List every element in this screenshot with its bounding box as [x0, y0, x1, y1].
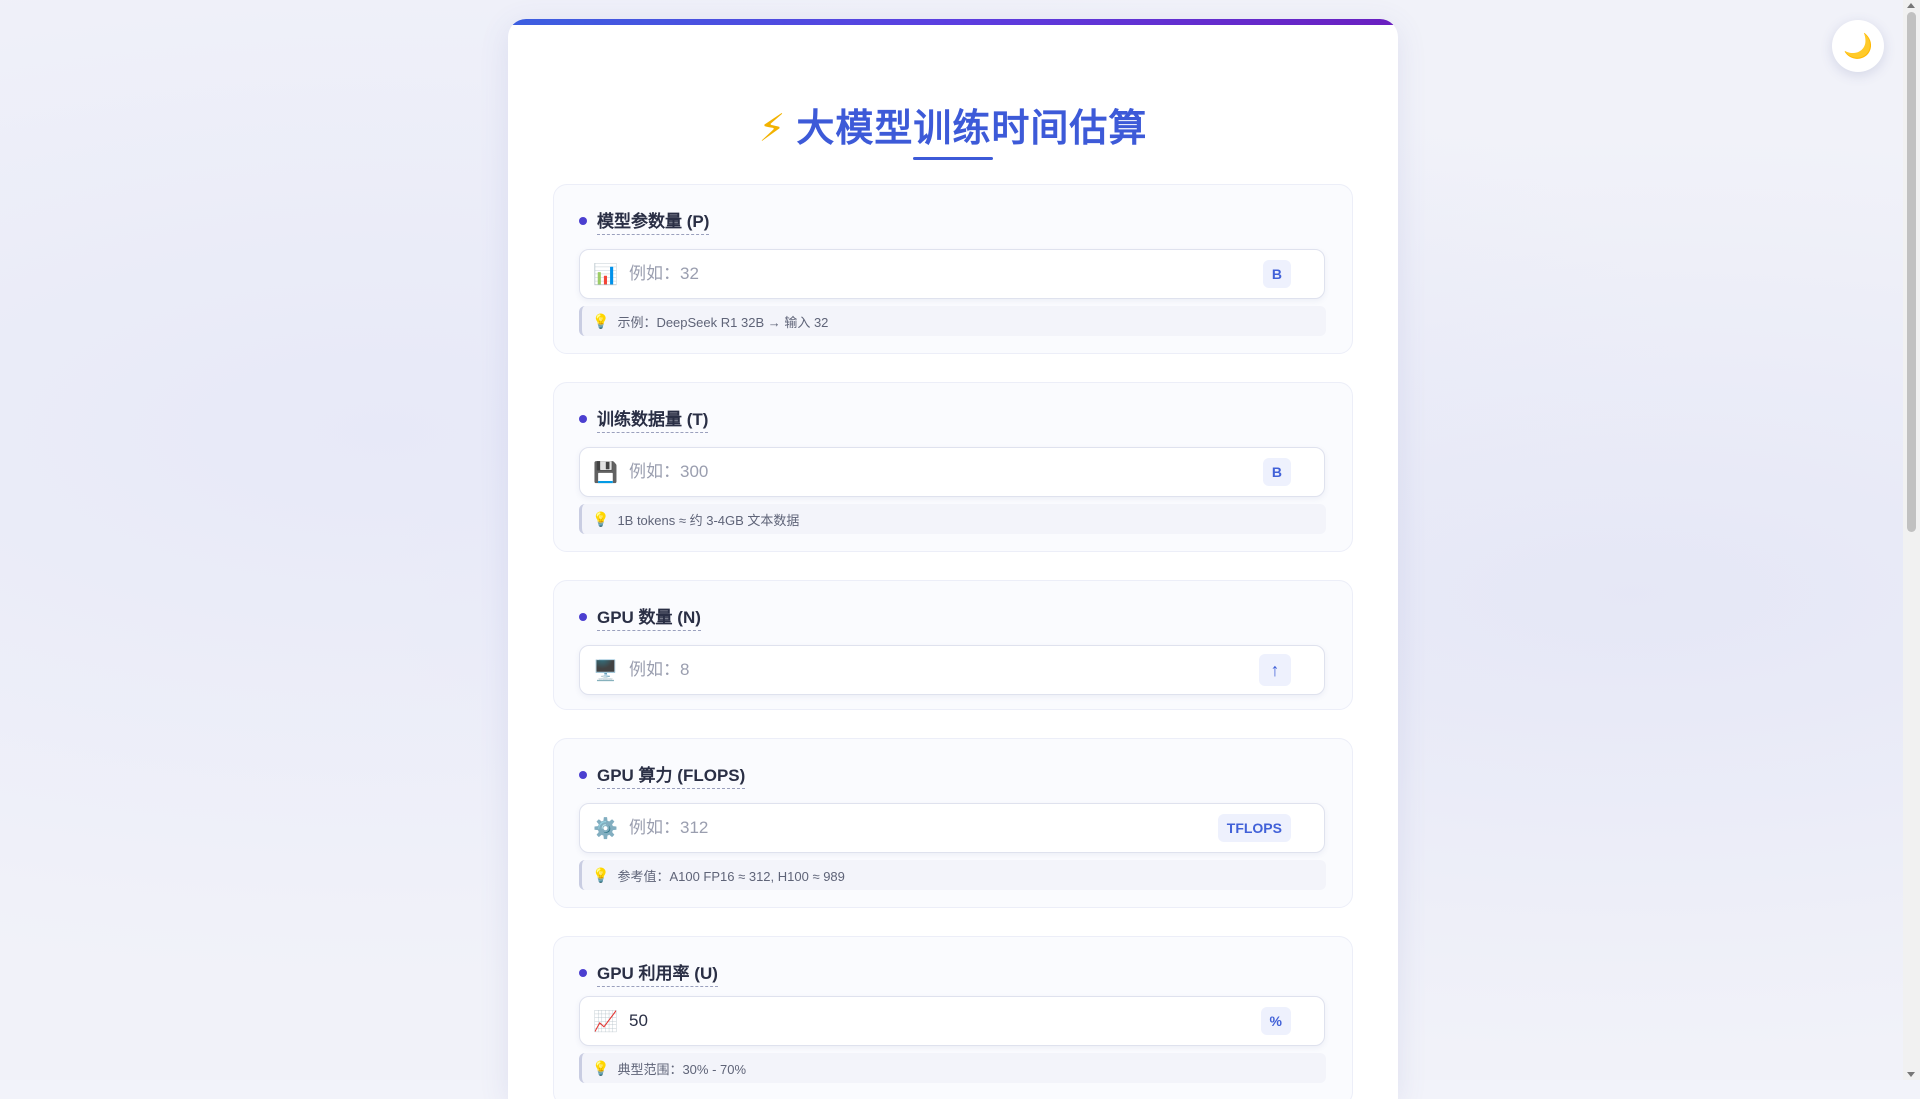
- gpu-utilization-input[interactable]: [627, 1010, 1261, 1032]
- moon-icon: 🌙: [1843, 32, 1873, 61]
- gpu-count-input-box: 🖥️ ↑: [579, 645, 1325, 695]
- model-params-hint: 💡 示例：DeepSeek R1 32B → 输入 32: [579, 306, 1326, 336]
- bullet-dot: [579, 217, 587, 225]
- gpu-utilization-hint-text: 典型范围：30% - 70%: [617, 1059, 746, 1078]
- gpu-count-input[interactable]: [627, 659, 1259, 681]
- gpu-flops-section: GPU 算力 (FLOPS) ⚙️ TFLOPS 💡 参考值：A100 FP16…: [553, 738, 1353, 908]
- gpu-utilization-label[interactable]: GPU 利用率 (U): [597, 959, 718, 987]
- training-data-hint: 💡 1B tokens ≈ 约 3-4GB 文本数据: [579, 504, 1326, 534]
- gpu-utilization-unit-badge: %: [1261, 1007, 1291, 1035]
- gpu-utilization-section: GPU 利用率 (U) 📈 % 💡 典型范围：30% - 70%: [553, 936, 1353, 1099]
- gpu-utilization-label-row: GPU 利用率 (U): [579, 959, 718, 987]
- model-params-input-box: 📊 B: [579, 249, 1325, 299]
- gear-icon: ⚙️: [593, 816, 617, 841]
- calculator-card: ⚡大模型训练时间估算 模型参数量 (P) 📊 B 💡 示例：DeepSeek R…: [508, 19, 1398, 1099]
- gpu-flops-label[interactable]: GPU 算力 (FLOPS): [597, 761, 745, 789]
- floppy-disk-icon: 💾: [593, 460, 617, 485]
- title-underline: [913, 157, 993, 160]
- gpu-utilization-input-box: 📈 %: [579, 996, 1325, 1046]
- scroll-down-arrow-icon[interactable]: [1907, 1072, 1915, 1077]
- model-params-label[interactable]: 模型参数量 (P): [597, 207, 709, 235]
- model-params-input[interactable]: [627, 263, 1263, 285]
- scroll-up-arrow-icon[interactable]: [1907, 3, 1915, 8]
- gpu-count-section: GPU 数量 (N) 🖥️ ↑: [553, 580, 1353, 710]
- gpu-utilization-hint: 💡 典型范围：30% - 70%: [579, 1053, 1326, 1083]
- model-params-unit-badge: B: [1263, 260, 1291, 288]
- gpu-flops-input[interactable]: [627, 817, 1218, 839]
- lightbulb-icon: 💡: [592, 867, 609, 884]
- training-data-label-row: 训练数据量 (T): [579, 405, 708, 433]
- bar-chart-icon: 📊: [593, 262, 617, 287]
- training-data-input[interactable]: [627, 461, 1263, 483]
- gpu-flops-unit-badge: TFLOPS: [1218, 814, 1291, 842]
- training-data-input-box: 💾 B: [579, 447, 1325, 497]
- desktop-computer-icon: 🖥️: [593, 658, 617, 683]
- gpu-count-label[interactable]: GPU 数量 (N): [597, 603, 701, 631]
- model-params-hint-text: 示例：DeepSeek R1 32B → 输入 32: [617, 312, 828, 331]
- model-params-label-row: 模型参数量 (P): [579, 207, 709, 235]
- gpu-flops-input-box: ⚙️ TFLOPS: [579, 803, 1325, 853]
- gpu-flops-hint: 💡 参考值：A100 FP16 ≈ 312, H100 ≈ 989: [579, 860, 1326, 890]
- dark-mode-toggle[interactable]: 🌙: [1832, 20, 1884, 72]
- training-data-section: 训练数据量 (T) 💾 B 💡 1B tokens ≈ 约 3-4GB 文本数据: [553, 382, 1353, 552]
- training-data-unit-badge: B: [1263, 458, 1291, 486]
- bullet-dot: [579, 771, 587, 779]
- bullet-dot: [579, 613, 587, 621]
- training-data-hint-text: 1B tokens ≈ 约 3-4GB 文本数据: [617, 510, 799, 529]
- training-data-label[interactable]: 训练数据量 (T): [597, 405, 708, 433]
- card-gradient-bar: [508, 19, 1398, 25]
- trending-up-chart-icon: 📈: [593, 1009, 617, 1034]
- bullet-dot: [579, 969, 587, 977]
- scrollbar-thumb[interactable]: [1907, 12, 1916, 532]
- arrow-up-icon[interactable]: ↑: [1259, 654, 1291, 686]
- gpu-flops-hint-text: 参考值：A100 FP16 ≈ 312, H100 ≈ 989: [617, 866, 844, 885]
- lightning-icon: ⚡: [759, 108, 787, 150]
- gpu-flops-label-row: GPU 算力 (FLOPS): [579, 761, 745, 789]
- gpu-count-label-row: GPU 数量 (N): [579, 603, 701, 631]
- vertical-scrollbar[interactable]: [1903, 0, 1920, 1080]
- page-title-text: 大模型训练时间估算: [796, 108, 1147, 150]
- page-title: ⚡大模型训练时间估算: [508, 97, 1398, 152]
- lightbulb-icon: 💡: [592, 313, 609, 330]
- model-params-section: 模型参数量 (P) 📊 B 💡 示例：DeepSeek R1 32B → 输入 …: [553, 184, 1353, 354]
- bullet-dot: [579, 415, 587, 423]
- lightbulb-icon: 💡: [592, 1060, 609, 1077]
- lightbulb-icon: 💡: [592, 511, 609, 528]
